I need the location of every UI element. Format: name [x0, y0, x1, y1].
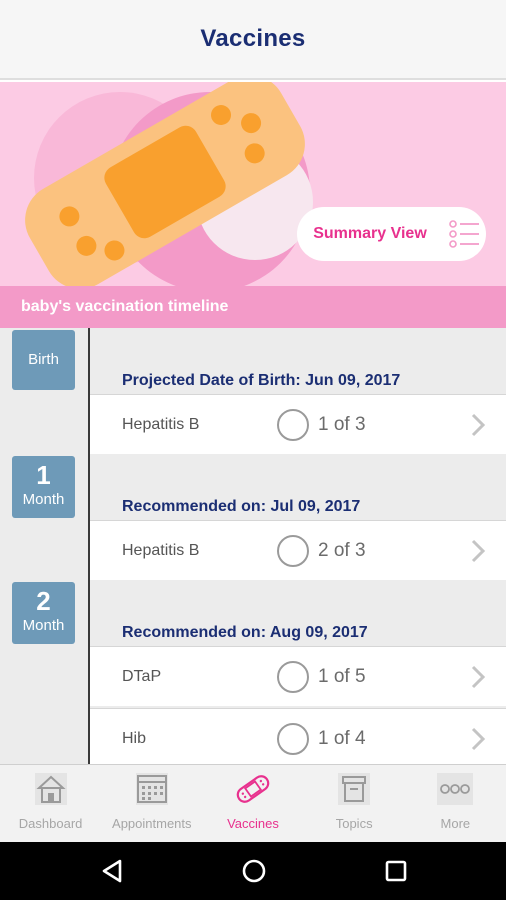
age-unit: Month [22, 491, 65, 508]
tab-label: More [440, 816, 471, 831]
vaccine-name: Hepatitis B [122, 415, 200, 433]
vaccine-name: Hepatitis B [122, 541, 200, 559]
chevron-right-icon [471, 665, 486, 689]
android-nav-bar [0, 842, 506, 900]
age-unit: Birth [28, 351, 59, 368]
bandage-icon [236, 775, 270, 803]
dose-count: 2 of 3 [318, 539, 366, 561]
tab-dashboard[interactable]: Dashboard [0, 765, 101, 842]
recents-icon[interactable] [381, 856, 411, 886]
list-icon [449, 220, 479, 248]
dose-status-circle[interactable] [277, 534, 309, 567]
dose-count: 1 of 4 [318, 727, 366, 749]
age-number: 1 [36, 460, 51, 490]
timeline-banner-label: baby's vaccination timeline [21, 298, 229, 315]
back-icon[interactable] [98, 856, 128, 886]
tab-more[interactable]: More [405, 765, 506, 842]
tab-label: Vaccines [227, 816, 279, 831]
section-title: Recommended on: Aug 09, 2017 [122, 624, 368, 641]
app-header: Vaccines [0, 0, 506, 80]
dose-status-circle[interactable] [277, 660, 309, 693]
dose-count: 1 of 5 [318, 665, 366, 687]
bottom-tab-bar: Dashboard Appointments Vaccines Topics M… [0, 764, 506, 842]
box-icon [338, 773, 371, 805]
section-title: Projected Date of Birth: Jun 09, 2017 [122, 372, 401, 389]
timeline-banner: baby's vaccination timeline [0, 286, 506, 328]
vaccine-row[interactable]: Hepatitis B 1 of 3 [90, 394, 506, 454]
tab-label: Appointments [112, 816, 192, 831]
age-badge-2-month: 2 Month [12, 582, 75, 644]
age-unit: Month [22, 617, 65, 634]
vaccine-row[interactable]: DTaP 1 of 5 [90, 646, 506, 706]
tab-label: Dashboard [18, 816, 83, 831]
dose-status-circle[interactable] [277, 408, 309, 441]
dose-count: 1 of 3 [318, 413, 366, 435]
more-icon [437, 773, 474, 805]
page-title: Vaccines [200, 25, 306, 52]
age-badge-1-month: 1 Month [12, 456, 75, 518]
chevron-right-icon [471, 539, 486, 563]
section-title: Recommended on: Jul 09, 2017 [122, 498, 361, 515]
summary-view-button[interactable]: Summary View [297, 207, 486, 261]
summary-view-label: Summary View [313, 225, 427, 242]
house-icon [34, 773, 67, 805]
vaccine-name: DTaP [122, 667, 162, 685]
age-badge-birth: Birth [12, 330, 75, 390]
vaccination-timeline[interactable]: Birth Projected Date of Birth: Jun 09, 2… [0, 328, 506, 764]
tab-topics[interactable]: Topics [304, 765, 405, 842]
age-number: 2 [36, 586, 51, 616]
vaccine-name: Hib [122, 729, 147, 747]
home-icon[interactable] [239, 856, 269, 886]
tab-vaccines[interactable]: Vaccines [202, 765, 303, 842]
dose-status-circle[interactable] [277, 722, 309, 755]
calendar-icon [135, 773, 168, 805]
chevron-right-icon [471, 727, 486, 751]
tab-appointments[interactable]: Appointments [101, 765, 202, 842]
vaccine-row[interactable]: Hib 1 of 4 [90, 708, 506, 764]
tab-label: Topics [335, 816, 373, 831]
vaccine-row[interactable]: Hepatitis B 2 of 3 [90, 520, 506, 580]
chevron-right-icon [471, 413, 486, 437]
